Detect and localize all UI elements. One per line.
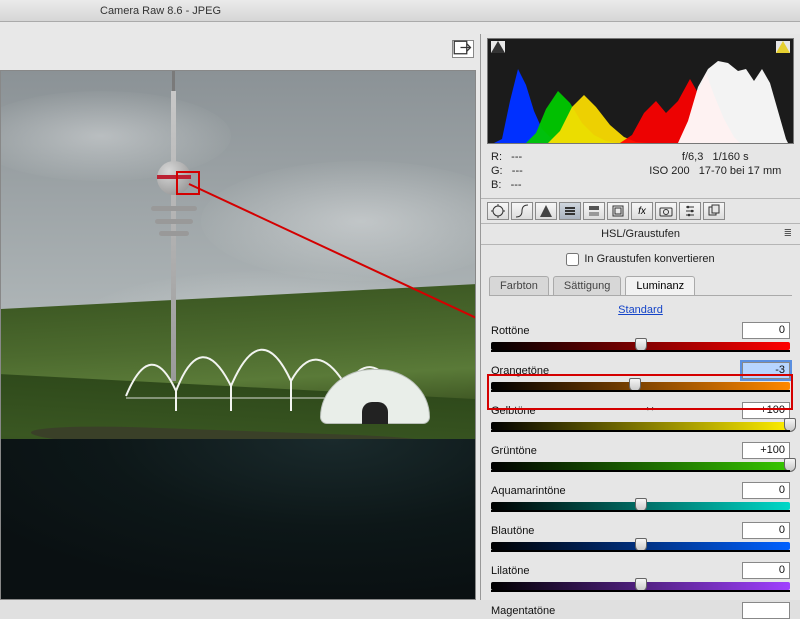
panel-title: HSL/Graustufen ≣ [481, 224, 800, 245]
snapshots-panel-icon[interactable] [703, 202, 725, 220]
reds-value[interactable]: 0 [742, 322, 790, 339]
greens-track[interactable] [491, 462, 790, 470]
panel-menu-icon[interactable]: ≣ [784, 228, 792, 239]
slider-purples: Lilatöne 0 [491, 562, 790, 590]
lens-panel-icon[interactable] [607, 202, 629, 220]
purples-thumb[interactable] [635, 578, 647, 592]
preview-pane [0, 34, 480, 600]
window-title: Camera Raw 8.6 - JPEG [100, 5, 221, 17]
tab-hue[interactable]: Farbton [489, 276, 549, 295]
yellows-thumb[interactable] [784, 418, 796, 432]
basic-panel-icon[interactable] [487, 202, 509, 220]
window-titlebar: Camera Raw 8.6 - JPEG [0, 0, 800, 22]
panel-icon-row: fx [481, 199, 800, 224]
oranges-value[interactable]: -3 [742, 362, 790, 379]
greens-thumb[interactable] [784, 458, 796, 472]
convert-grayscale-checkbox[interactable]: In Graustufen konvertieren [566, 253, 714, 265]
readout-row: R: --- G: --- B: --- f/6,3 1/160 s ISO 2… [481, 146, 800, 199]
aquas-thumb[interactable] [635, 498, 647, 512]
export-icon [453, 40, 473, 58]
purples-value[interactable]: 0 [742, 562, 790, 579]
oranges-thumb[interactable] [629, 378, 641, 392]
annotation-source [176, 171, 200, 195]
slider-aquas: Aquamarintöne 0 [491, 482, 790, 510]
histogram[interactable] [487, 38, 794, 144]
magentas-value[interactable] [742, 602, 790, 619]
tab-saturation[interactable]: Sättigung [553, 276, 621, 295]
hsl-tabs: Farbton Sättigung Luminanz [481, 276, 800, 295]
tab-luminance[interactable]: Luminanz [625, 276, 695, 295]
aquas-value[interactable]: 0 [742, 482, 790, 499]
yellows-value[interactable]: +100 [742, 402, 790, 419]
amphitheater [320, 369, 430, 424]
slider-magentas: Magentatöne [491, 602, 790, 619]
slider-reds: Rottöne 0 [491, 322, 790, 350]
split-tone-panel-icon[interactable] [583, 202, 605, 220]
image-canvas[interactable] [0, 70, 476, 600]
oranges-track[interactable] [491, 382, 790, 390]
slider-greens: Grüntöne +100 [491, 442, 790, 470]
blues-track[interactable] [491, 542, 790, 550]
slider-yellows: Gelbtöne +100 ↔ [491, 402, 790, 430]
presets-panel-icon[interactable] [679, 202, 701, 220]
reds-track[interactable] [491, 342, 790, 350]
blues-thumb[interactable] [635, 538, 647, 552]
export-button[interactable] [452, 40, 474, 58]
luminance-sliders: Rottöne 0 Orangetöne -3 Gelbtöne +100 ↔ … [481, 322, 800, 619]
aquas-track[interactable] [491, 502, 790, 510]
reds-thumb[interactable] [635, 338, 647, 352]
reset-default-link[interactable]: Standard [481, 296, 800, 322]
greens-value[interactable]: +100 [742, 442, 790, 459]
top-spacer [0, 22, 800, 34]
hsl-panel-icon[interactable] [559, 202, 581, 220]
fx-panel-icon[interactable]: fx [631, 202, 653, 220]
detail-panel-icon[interactable] [535, 202, 557, 220]
slider-oranges: Orangetöne -3 [491, 362, 790, 390]
slider-blues: Blautöne 0 [491, 522, 790, 550]
purples-track[interactable] [491, 582, 790, 590]
adjustments-panel: R: --- G: --- B: --- f/6,3 1/160 s ISO 2… [480, 34, 800, 600]
tone-curve-panel-icon[interactable] [511, 202, 533, 220]
camera-cal-panel-icon[interactable] [655, 202, 677, 220]
yellows-track[interactable] [491, 422, 790, 430]
blues-value[interactable]: 0 [742, 522, 790, 539]
